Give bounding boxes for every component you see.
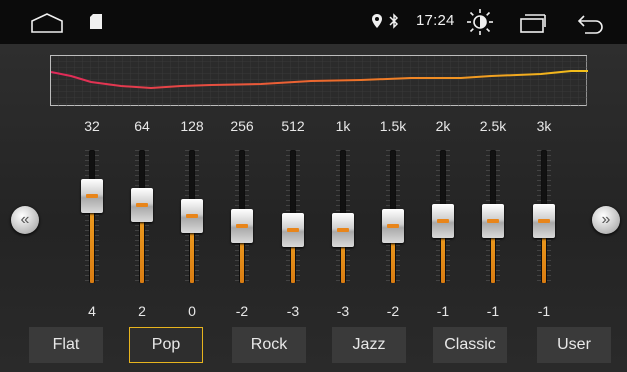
- band-frequency-label: 2.5k: [479, 118, 507, 134]
- eq-response-graph: [50, 55, 588, 107]
- band-slider-knob[interactable]: [131, 188, 153, 222]
- band-slider-knob[interactable]: [482, 204, 504, 238]
- band-frequency-label: 1k: [335, 118, 351, 134]
- band-frequency-label: 64: [134, 118, 150, 134]
- band-slider-knob[interactable]: [432, 204, 454, 238]
- recent-apps-icon[interactable]: [519, 12, 547, 34]
- location-icon: [372, 14, 382, 28]
- back-icon[interactable]: [577, 12, 605, 34]
- band-gain-value: -1: [436, 303, 450, 319]
- band-gain-value: 4: [88, 303, 96, 319]
- sd-card-icon: [90, 14, 102, 29]
- band-frequency-label: 1.5k: [379, 118, 407, 134]
- next-page-button[interactable]: »: [592, 206, 620, 234]
- preset-flat-button[interactable]: Flat: [29, 327, 103, 363]
- home-icon[interactable]: [30, 12, 64, 34]
- band-frequency-label: 256: [230, 118, 254, 134]
- band-slider-knob[interactable]: [382, 209, 404, 243]
- band-slider-knob[interactable]: [181, 199, 203, 233]
- preset-jazz-button[interactable]: Jazz: [332, 327, 406, 363]
- band-slider-knob[interactable]: [332, 213, 354, 247]
- band-gain-value: -3: [286, 303, 300, 319]
- previous-page-button[interactable]: «: [11, 206, 39, 234]
- status-bar: 17:24: [0, 0, 627, 44]
- band-gain-value: 0: [188, 303, 196, 319]
- band-gain-value: -1: [486, 303, 500, 319]
- band-slider-knob[interactable]: [282, 213, 304, 247]
- clock: 17:24: [416, 12, 455, 29]
- band-frequency-label: 128: [180, 118, 204, 134]
- band-slider-knob[interactable]: [231, 209, 253, 243]
- preset-pop-button[interactable]: Pop: [129, 327, 203, 363]
- band-frequency-label: 512: [281, 118, 305, 134]
- band-frequency-label: 2k: [435, 118, 451, 134]
- band-gain-value: -2: [386, 303, 400, 319]
- band-slider-knob[interactable]: [81, 179, 103, 213]
- eq-curve: [51, 56, 588, 107]
- band-gain-value: -1: [537, 303, 551, 319]
- preset-user-button[interactable]: User: [537, 327, 611, 363]
- double-chevron-right-icon: »: [601, 211, 611, 228]
- band-frequency-label: 3k: [536, 118, 552, 134]
- bluetooth-icon: [389, 13, 399, 29]
- band-gain-value: -2: [235, 303, 249, 319]
- band-gain-value: -3: [336, 303, 350, 319]
- band-frequency-label: 32: [84, 118, 100, 134]
- double-chevron-left-icon: «: [20, 211, 30, 228]
- preset-classic-button[interactable]: Classic: [433, 327, 507, 363]
- brightness-icon[interactable]: [466, 8, 494, 36]
- band-gain-value: 2: [138, 303, 146, 319]
- band-slider-knob[interactable]: [533, 204, 555, 238]
- preset-rock-button[interactable]: Rock: [232, 327, 306, 363]
